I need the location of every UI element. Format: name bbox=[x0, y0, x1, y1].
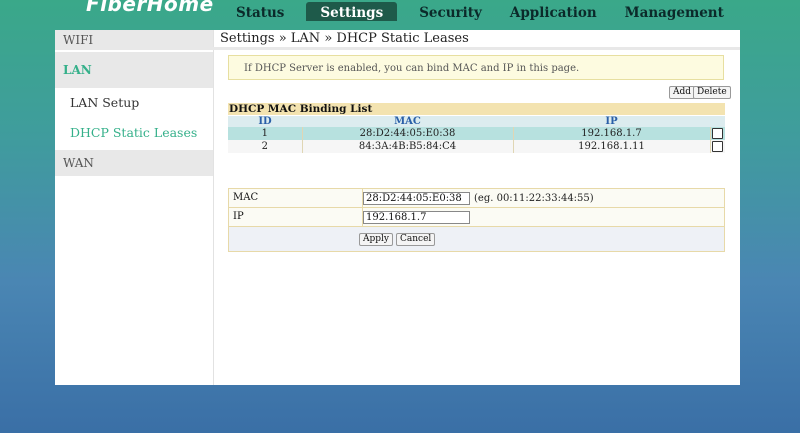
mac-row: MAC (eg. 00:11:22:33:44:55) bbox=[229, 189, 724, 208]
ip-row: IP bbox=[229, 208, 724, 227]
nav-security[interactable]: Security bbox=[405, 2, 496, 21]
breadcrumb-divider bbox=[213, 47, 740, 50]
brand-logo: FiberHome bbox=[86, 0, 214, 16]
row-id: 1 bbox=[228, 127, 303, 140]
ip-label: IP bbox=[229, 208, 363, 226]
sidebar-item-dhcp-static-leases[interactable]: DHCP Static Leases bbox=[55, 118, 213, 148]
ip-input[interactable] bbox=[363, 210, 470, 224]
sidebar-item-wifi[interactable]: WIFI bbox=[55, 30, 213, 50]
binding-list-title: DHCP MAC Binding List bbox=[228, 103, 725, 115]
nav-management[interactable]: Management bbox=[611, 2, 738, 21]
sidebar-item-wan[interactable]: WAN bbox=[55, 150, 213, 176]
column-header-id: ID bbox=[228, 116, 302, 127]
column-header-mac: MAC bbox=[302, 116, 513, 127]
column-header-select bbox=[710, 116, 725, 127]
row-ip: 192.168.1.11 bbox=[513, 140, 711, 153]
top-navigation: Status Settings Security Application Man… bbox=[222, 0, 738, 22]
binding-table: ID MAC IP 1 28:D2:44:05:E0:38 192.168.1.… bbox=[228, 116, 725, 153]
cancel-button[interactable]: Cancel bbox=[396, 232, 436, 246]
mac-hint: (eg. 00:11:22:33:44:55) bbox=[474, 192, 594, 204]
nav-application[interactable]: Application bbox=[496, 2, 611, 21]
mac-input[interactable] bbox=[363, 191, 470, 205]
row-checkbox[interactable] bbox=[712, 141, 724, 152]
mac-label: MAC bbox=[229, 189, 363, 207]
column-header-ip: IP bbox=[513, 116, 710, 127]
nav-settings[interactable]: Settings bbox=[306, 1, 398, 21]
row-ip: 192.168.1.7 bbox=[513, 127, 711, 140]
sidebar-item-lan-setup[interactable]: LAN Setup bbox=[55, 88, 213, 118]
nav-status[interactable]: Status bbox=[222, 2, 298, 21]
table-row[interactable]: 1 28:D2:44:05:E0:38 192.168.1.7 bbox=[228, 127, 725, 140]
main-panel: WIFI LAN LAN Setup DHCP Static Leases WA… bbox=[55, 30, 740, 385]
info-message: If DHCP Server is enabled, you can bind … bbox=[228, 55, 724, 80]
row-mac: 84:3A:4B:B5:84:C4 bbox=[302, 140, 514, 153]
table-row[interactable]: 2 84:3A:4B:B5:84:C4 192.168.1.11 bbox=[228, 140, 725, 153]
row-checkbox[interactable] bbox=[712, 128, 724, 139]
sidebar-item-lan[interactable]: LAN bbox=[55, 52, 213, 88]
apply-button[interactable]: Apply bbox=[359, 232, 393, 246]
breadcrumb: Settings » LAN » DHCP Static Leases bbox=[220, 30, 469, 47]
row-id: 2 bbox=[228, 140, 303, 153]
binding-form: MAC (eg. 00:11:22:33:44:55) IP Apply Can… bbox=[228, 188, 725, 252]
sidebar: WIFI LAN LAN Setup DHCP Static Leases WA… bbox=[55, 30, 214, 385]
form-actions: Apply Cancel bbox=[229, 227, 724, 251]
delete-button[interactable]: Delete bbox=[693, 86, 731, 99]
row-mac: 28:D2:44:05:E0:38 bbox=[302, 127, 514, 140]
add-button[interactable]: Add bbox=[669, 86, 696, 99]
